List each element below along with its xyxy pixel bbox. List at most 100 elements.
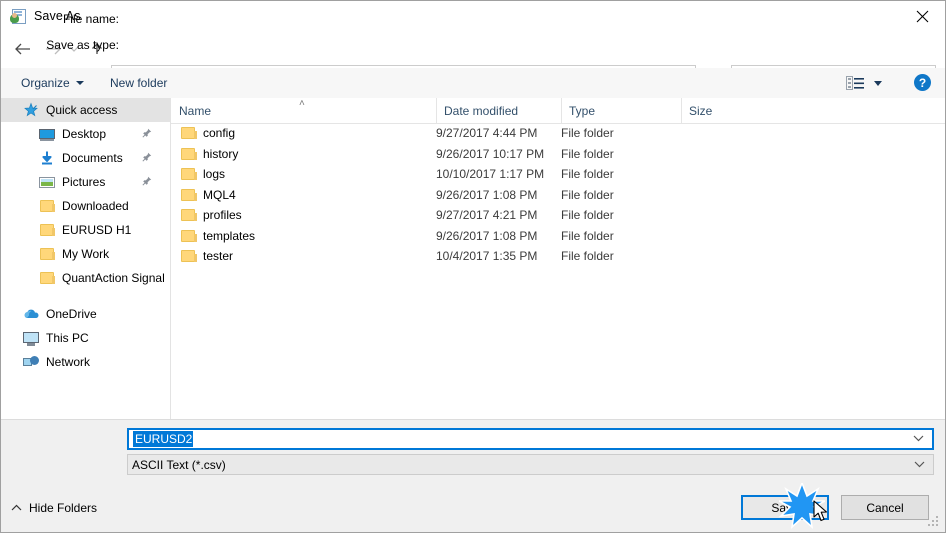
chevron-down-icon xyxy=(874,80,882,86)
star-icon xyxy=(24,102,38,117)
column-label-name: Name xyxy=(179,103,212,118)
file-name-input[interactable]: EURUSD2 xyxy=(133,431,194,447)
cancel-button-label: Cancel xyxy=(866,500,904,515)
folder-icon xyxy=(181,188,197,202)
cancel-button[interactable]: Cancel xyxy=(841,495,929,520)
file-rows: config 9/27/2017 4:44 PM File folder histor… xyxy=(171,123,945,267)
organize-button[interactable]: Organize xyxy=(15,68,90,98)
table-row[interactable]: config 9/27/2017 4:44 PM File folder xyxy=(171,123,945,144)
file-list-pane[interactable]: Name ˄ Date modified Type Size config 9/2… xyxy=(171,98,945,419)
file-type-cell: File folder xyxy=(561,249,614,264)
sort-ascending-icon: ˄ xyxy=(299,98,305,109)
sidebar-item-label: My Work xyxy=(62,247,110,261)
folder-icon xyxy=(181,249,197,263)
sidebar-item-onedrive[interactable]: OneDrive xyxy=(1,302,170,326)
file-name-cell: templates xyxy=(203,228,256,243)
this-pc-icon xyxy=(23,330,39,346)
chevron-up-icon xyxy=(11,504,22,511)
star-icon xyxy=(23,102,39,118)
new-folder-button[interactable]: New folder xyxy=(104,68,173,98)
command-toolbar: Organize New folder ? xyxy=(1,68,945,99)
organize-label: Organize xyxy=(21,76,70,90)
save-as-type-combo[interactable]: ASCII Text (*.csv) xyxy=(127,454,934,475)
pin-icon xyxy=(142,176,152,186)
folder-icon xyxy=(39,198,55,214)
table-row[interactable]: tester 10/4/2017 1:35 PM File folder xyxy=(171,246,945,267)
help-button[interactable]: ? xyxy=(914,74,931,91)
navigation-bar: « Roaming › MetaQuotes › Terminal › 9155… xyxy=(1,31,945,88)
file-name-cell: MQL4 xyxy=(203,187,236,202)
table-row[interactable]: templates 9/26/2017 1:08 PM File folder xyxy=(171,226,945,247)
table-row[interactable]: logs 10/10/2017 1:17 PM File folder xyxy=(171,164,945,185)
hide-folders-button[interactable]: Hide Folders xyxy=(11,501,97,515)
file-date-cell: 9/26/2017 1:08 PM xyxy=(436,228,538,243)
close-icon xyxy=(916,10,928,22)
save-as-type-dropdown-button[interactable] xyxy=(914,458,925,472)
file-date-cell: 10/4/2017 1:35 PM xyxy=(436,249,538,264)
change-view-button[interactable] xyxy=(846,68,882,98)
documents-download-icon xyxy=(39,150,55,166)
documents-download-icon xyxy=(42,151,52,165)
table-row[interactable]: MQL4 9/26/2017 1:08 PM File folder xyxy=(171,185,945,206)
column-header-row: Name ˄ Date modified Type Size xyxy=(171,98,945,124)
help-icon: ? xyxy=(918,75,927,90)
file-name-cell: profiles xyxy=(203,208,242,223)
file-name-cell: tester xyxy=(203,249,234,264)
sidebar-item-label: Pictures xyxy=(62,175,106,189)
view-layout-icon xyxy=(846,75,864,90)
sidebar-item-label: QuantAction Signal xyxy=(62,271,165,285)
sidebar-item-quantaction-signal[interactable]: QuantAction Signal xyxy=(1,266,170,290)
save-button[interactable]: Save xyxy=(741,495,829,520)
sidebar-item-downloaded[interactable]: Downloaded xyxy=(1,194,170,218)
file-type-cell: File folder xyxy=(561,187,614,202)
sidebar-item-this-pc[interactable]: This PC xyxy=(1,326,170,350)
sidebar-item-label: OneDrive xyxy=(46,307,97,321)
pin-icon[interactable] xyxy=(142,151,152,165)
pin-icon xyxy=(142,128,152,138)
sidebar-item-documents[interactable]: Documents xyxy=(1,146,170,170)
folder-icon xyxy=(181,208,197,222)
column-header-date[interactable]: Date modified xyxy=(436,98,561,123)
table-row[interactable]: profiles 9/27/2017 4:21 PM File folder xyxy=(171,205,945,226)
file-name-combo[interactable]: EURUSD2 xyxy=(127,428,934,450)
network-icon xyxy=(23,354,39,370)
folder-icon xyxy=(181,229,197,243)
chevron-down-icon xyxy=(913,435,924,442)
folder-icon xyxy=(39,222,55,238)
column-header-type[interactable]: Type xyxy=(561,98,681,123)
close-button[interactable] xyxy=(899,1,945,31)
sidebar-item-quick-access[interactable]: Quick access xyxy=(1,98,170,122)
file-date-cell: 9/26/2017 1:08 PM xyxy=(436,187,538,202)
sidebar-item-my-work[interactable]: My Work xyxy=(1,242,170,266)
column-header-size[interactable]: Size xyxy=(681,98,753,123)
table-row[interactable]: history 9/26/2017 10:17 PM File folder xyxy=(171,144,945,165)
resize-grip-icon[interactable] xyxy=(928,516,940,528)
save-as-type-value: ASCII Text (*.csv) xyxy=(132,457,226,472)
folder-icon xyxy=(181,147,197,161)
sidebar-item-eurusd-h1[interactable]: EURUSD H1 xyxy=(1,218,170,242)
file-type-cell: File folder xyxy=(561,228,614,243)
pictures-icon xyxy=(39,174,55,190)
pin-icon xyxy=(142,152,152,162)
file-type-cell: File folder xyxy=(561,208,614,223)
new-folder-label: New folder xyxy=(110,76,168,90)
pin-icon[interactable] xyxy=(142,175,152,189)
sidebar-item-pictures[interactable]: Pictures xyxy=(1,170,170,194)
save-as-type-label: Save as type: xyxy=(46,38,119,52)
file-type-cell: File folder xyxy=(561,167,614,182)
sidebar-item-desktop[interactable]: Desktop xyxy=(1,122,170,146)
pin-icon[interactable] xyxy=(142,127,152,141)
file-date-cell: 9/27/2017 4:21 PM xyxy=(436,208,538,223)
navigation-sidebar: Quick access Desktop Documents Pictures Down… xyxy=(1,98,171,419)
folder-icon xyxy=(181,167,197,181)
file-name-label: File name: xyxy=(62,12,119,26)
file-date-cell: 9/27/2017 4:44 PM xyxy=(436,126,538,141)
sidebar-item-label: Downloaded xyxy=(62,199,129,213)
sidebar-item-network[interactable]: Network xyxy=(1,350,170,374)
chevron-down-icon xyxy=(75,81,84,85)
column-header-name[interactable]: Name ˄ xyxy=(171,98,436,123)
column-label-date: Date modified xyxy=(444,103,519,118)
file-name-dropdown-button[interactable] xyxy=(913,432,924,446)
sidebar-item-label: Network xyxy=(46,355,91,369)
sidebar-item-label: EURUSD H1 xyxy=(62,223,132,237)
